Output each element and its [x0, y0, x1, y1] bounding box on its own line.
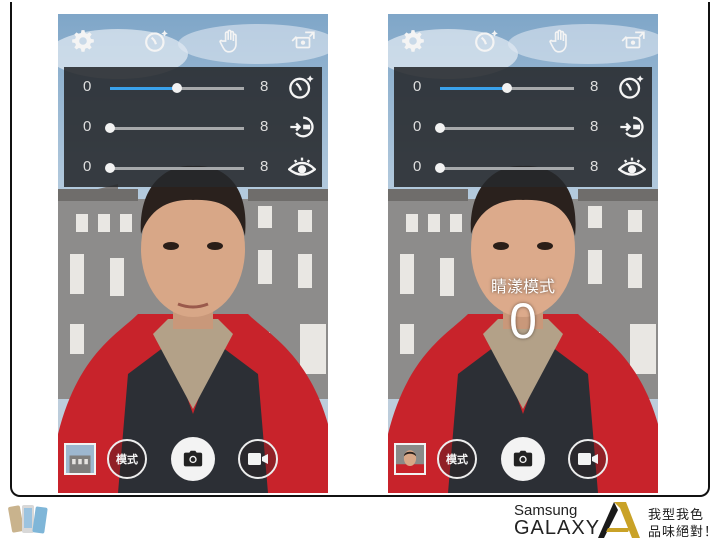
- beauty-settings-panel: 0 8 0 8 0 8: [394, 67, 652, 187]
- slim-face-slider-row: 0 8: [64, 107, 322, 147]
- eye-enlarge-slider-row: 0 8: [394, 147, 652, 187]
- slim-face-slider[interactable]: [435, 123, 574, 133]
- camera-icon: [183, 450, 203, 467]
- beauty-settings-panel: 0 8 0 8 0 8: [64, 67, 322, 187]
- slider-max-label: 8: [260, 78, 269, 95]
- slider-min-label: 0: [83, 158, 92, 175]
- video-record-button[interactable]: [568, 439, 608, 479]
- switch-camera-icon[interactable]: [290, 28, 316, 54]
- eye-mode-value: 0: [509, 293, 537, 349]
- slider-max-label: 8: [260, 158, 269, 175]
- slider-max-label: 8: [590, 158, 599, 175]
- brand-tagline-2: 品味絕對！: [648, 524, 719, 539]
- beauty-slider[interactable]: [440, 83, 574, 93]
- beauty-slider[interactable]: [110, 83, 244, 93]
- video-camera-icon: [248, 453, 268, 465]
- beauty-face-icon[interactable]: [474, 28, 500, 54]
- settings-gear-icon[interactable]: [400, 28, 426, 54]
- beauty-face-icon: [288, 73, 316, 101]
- slider-knob[interactable]: [105, 123, 115, 133]
- beauty-slider-row: 0 8: [64, 67, 322, 107]
- switch-camera-icon[interactable]: [620, 28, 646, 54]
- slider-knob[interactable]: [172, 83, 182, 93]
- right-camera-screen: 0 8 0 8 0 8 睛漾模式 0 模式: [388, 14, 658, 493]
- settings-gear-icon[interactable]: [70, 28, 96, 54]
- left-camera-screen: 0 8 0 8 0 8 模式: [58, 14, 328, 493]
- eye-enlarge-icon: [288, 153, 316, 181]
- beauty-slider-row: 0 8: [394, 67, 652, 107]
- slider-max-label: 8: [590, 78, 599, 95]
- gallery-thumbnail[interactable]: [64, 443, 96, 475]
- mode-button[interactable]: 模式: [107, 439, 147, 479]
- brand-galaxy-text: GALAXY: [514, 517, 601, 539]
- eye-enlarge-icon: [618, 153, 646, 181]
- slim-face-slider[interactable]: [105, 123, 244, 133]
- video-record-button[interactable]: [238, 439, 278, 479]
- slider-knob[interactable]: [435, 123, 445, 133]
- slider-min-label: 0: [413, 118, 422, 135]
- palm-gesture-icon[interactable]: [548, 28, 574, 54]
- eye-enlarge-slider[interactable]: [105, 163, 244, 173]
- slider-max-label: 8: [590, 118, 599, 135]
- slim-face-slider-row: 0 8: [394, 107, 652, 147]
- slider-min-label: 0: [83, 118, 92, 135]
- slider-knob[interactable]: [105, 163, 115, 173]
- slim-face-icon: [618, 113, 646, 141]
- shutter-button[interactable]: [171, 437, 215, 481]
- eye-enlarge-slider[interactable]: [435, 163, 574, 173]
- slider-min-label: 0: [413, 78, 422, 95]
- palm-gesture-icon[interactable]: [218, 28, 244, 54]
- mode-button[interactable]: 模式: [437, 439, 477, 479]
- video-camera-icon: [578, 453, 598, 465]
- slider-min-label: 0: [413, 158, 422, 175]
- phone-family-logo: [6, 502, 56, 538]
- slider-knob[interactable]: [435, 163, 445, 173]
- slider-knob[interactable]: [502, 83, 512, 93]
- slide: 0 8 0 8 0 8 模式 0 8 0 8 0 8 睛漾模式 0 模式 Sam…: [0, 0, 720, 540]
- camera-icon: [513, 450, 533, 467]
- slider-min-label: 0: [83, 78, 92, 95]
- samsung-galaxy-a-brand: Samsung GALAXY 我型我色 品味絕對！: [512, 500, 720, 540]
- slider-max-label: 8: [260, 118, 269, 135]
- galaxy-a-logo-icon: [598, 502, 640, 538]
- beauty-face-icon[interactable]: [144, 28, 170, 54]
- shutter-button[interactable]: [501, 437, 545, 481]
- beauty-face-icon: [618, 73, 646, 101]
- slim-face-icon: [288, 113, 316, 141]
- eye-enlarge-slider-row: 0 8: [64, 147, 322, 187]
- gallery-thumbnail[interactable]: [394, 443, 426, 475]
